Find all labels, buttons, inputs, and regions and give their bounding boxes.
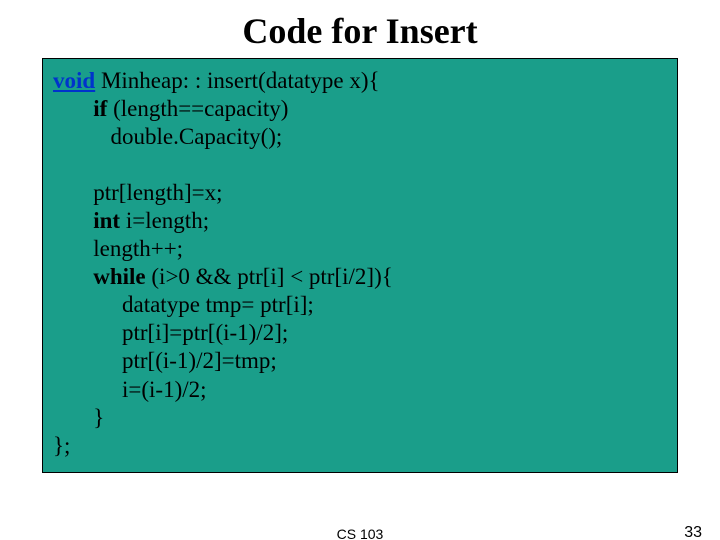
slide-title: Code for Insert bbox=[0, 10, 720, 52]
code-line: } bbox=[53, 404, 667, 432]
footer-course-label: CS 103 bbox=[0, 526, 720, 540]
code-line: i=(i-1)/2; bbox=[53, 376, 667, 404]
code-line: if (length==capacity) bbox=[53, 95, 667, 123]
code-line: datatype tmp= ptr[i]; bbox=[53, 291, 667, 319]
code-blank-line bbox=[53, 151, 667, 179]
code-line: double.Capacity(); bbox=[53, 123, 667, 151]
keyword-while: while bbox=[93, 264, 145, 289]
keyword-void: void bbox=[53, 68, 95, 93]
code-line: ptr[length]=x; bbox=[53, 179, 667, 207]
keyword-if: if bbox=[93, 96, 107, 121]
code-line: void Minheap: : insert(datatype x){ bbox=[53, 67, 667, 95]
code-line: ptr[i]=ptr[(i-1)/2]; bbox=[53, 319, 667, 347]
slide-number: 33 bbox=[684, 524, 702, 540]
keyword-int: int bbox=[93, 208, 120, 233]
code-block: void Minheap: : insert(datatype x){ if (… bbox=[42, 58, 678, 473]
code-line: length++; bbox=[53, 235, 667, 263]
code-line: while (i>0 && ptr[i] < ptr[i/2]){ bbox=[53, 263, 667, 291]
code-line: }; bbox=[53, 432, 667, 460]
code-line: int i=length; bbox=[53, 207, 667, 235]
slide: Code for Insert void Minheap: : insert(d… bbox=[0, 10, 720, 540]
code-line: ptr[(i-1)/2]=tmp; bbox=[53, 347, 667, 375]
